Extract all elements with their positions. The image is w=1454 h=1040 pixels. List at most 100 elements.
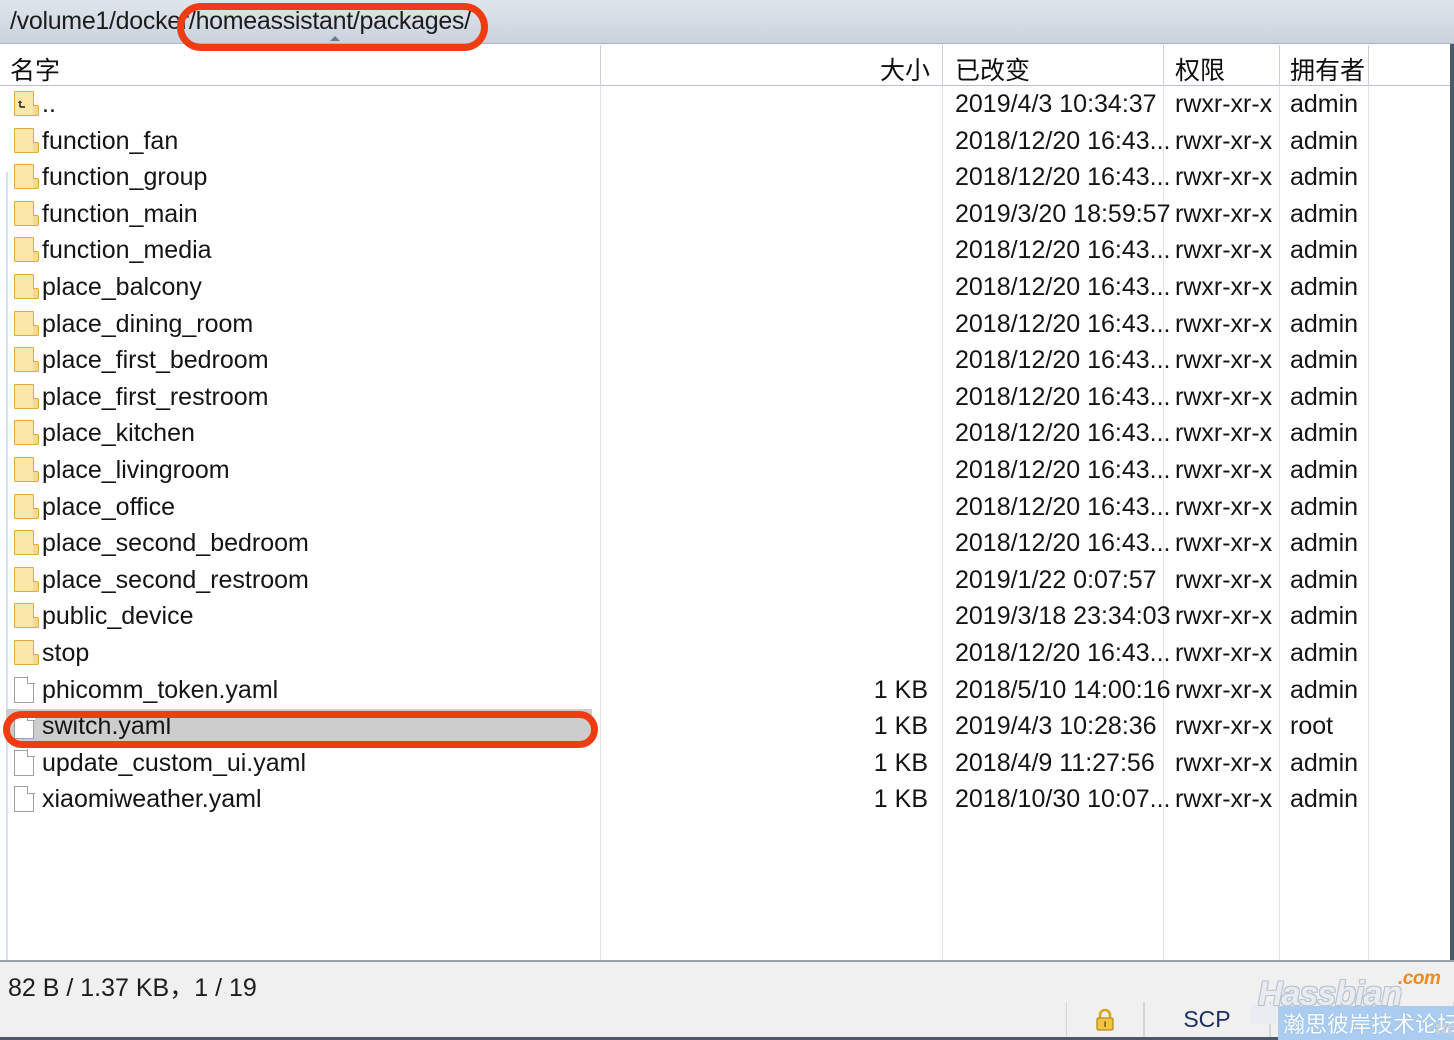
cell-owner: admin	[1290, 456, 1359, 484]
column-separator-owner[interactable]	[1279, 45, 1280, 86]
table-row[interactable]: xiaomiweather.yaml 1 KB 2018/10/30 10:07..…	[0, 781, 1454, 818]
column-header-name[interactable]: 名字	[10, 51, 60, 87]
cell-name: place_first_bedroom	[42, 346, 269, 375]
table-row[interactable]: function_main 2019/3/20 18:59:57 rwxr-xr-x…	[0, 196, 1454, 233]
column-header-perm[interactable]: 权限	[1175, 51, 1225, 87]
cell-permissions: rwxr-xr-x	[1175, 565, 1273, 594]
column-separator-perm[interactable]	[1163, 45, 1164, 86]
table-row[interactable]: stop 2018/12/20 16:43... rwxr-xr-x admin	[0, 635, 1454, 672]
cell-owner: admin	[1290, 236, 1359, 265]
cell-date: 2018/12/20 16:43...	[955, 273, 1171, 301]
cell-name: switch.yaml	[42, 712, 172, 741]
table-row[interactable]: place_livingroom 2018/12/20 16:43... rwxr-…	[0, 452, 1454, 489]
cell-name: place_livingroom	[42, 456, 230, 484]
file-icon	[14, 749, 36, 776]
column-separator-size[interactable]	[600, 45, 601, 86]
lock-icon	[1094, 1008, 1116, 1031]
cell-name: update_custom_ui.yaml	[42, 748, 307, 777]
folder-icon	[14, 603, 39, 629]
cell-owner: admin	[1290, 748, 1359, 777]
table-row[interactable]: .. 2019/4/3 10:34:37 rwxr-xr-x admin	[0, 86, 1454, 123]
cell-date: 2019/1/22 0:07:57	[955, 565, 1157, 594]
cell-date: 2018/12/20 16:43...	[955, 382, 1171, 411]
cell-permissions: rwxr-xr-x	[1175, 199, 1273, 228]
cell-owner: root	[1290, 712, 1334, 741]
cell-permissions: rwxr-xr-x	[1175, 456, 1273, 484]
table-row[interactable]: function_group 2018/12/20 16:43... rwxr-xr…	[0, 159, 1454, 196]
cell-name: place_balcony	[42, 273, 202, 301]
cell-owner: admin	[1290, 199, 1359, 228]
column-header-owner[interactable]: 拥有者	[1290, 51, 1365, 87]
cell-date: 2018/12/20 16:43...	[955, 346, 1171, 375]
extra-segment[interactable]	[1270, 1002, 1454, 1037]
table-row[interactable]: phicomm_token.yaml 1 KB 2018/5/10 14:00:16…	[0, 672, 1454, 709]
cell-permissions: rwxr-xr-x	[1175, 273, 1273, 301]
table-row[interactable]: place_first_restroom 2018/12/20 16:43... r…	[0, 379, 1454, 416]
cell-name: place_second_bedroom	[42, 529, 309, 558]
cell-permissions: rwxr-xr-x	[1175, 748, 1273, 777]
chevron-up-icon[interactable]	[330, 36, 340, 41]
status-summary: 82 B / 1.37 KB，1 / 19	[8, 974, 257, 1002]
table-row[interactable]: place_balcony 2018/12/20 16:43... rwxr-xr-…	[0, 269, 1454, 306]
cell-size: 1 KB	[873, 712, 928, 741]
cell-date: 2019/4/3 10:34:37	[955, 90, 1157, 118]
cell-owner: admin	[1290, 602, 1359, 631]
cell-date: 2019/4/3 10:28:36	[955, 712, 1157, 741]
table-row[interactable]: public_device 2019/3/18 23:34:03 rwxr-xr-x…	[0, 598, 1454, 635]
cell-owner: admin	[1290, 90, 1359, 118]
protocol-segment[interactable]: SCP	[1144, 1002, 1270, 1037]
folder-icon	[14, 200, 39, 227]
folder-icon	[14, 457, 39, 483]
cell-owner: admin	[1290, 126, 1359, 155]
cell-date: 2019/3/20 18:59:57	[955, 199, 1171, 228]
folder-icon	[14, 274, 39, 300]
cell-size: 1 KB	[873, 675, 928, 704]
folder-icon	[14, 420, 39, 446]
cell-owner: admin	[1290, 492, 1359, 521]
table-row[interactable]: place_office 2018/12/20 16:43... rwxr-xr-x…	[0, 489, 1454, 526]
cell-date: 2018/12/20 16:43...	[955, 163, 1171, 192]
path-bar[interactable]: /volume1/docker/homeassistant/packages/	[0, 0, 1454, 44]
lock-segment[interactable]	[1066, 1002, 1144, 1037]
folder-icon	[14, 237, 39, 263]
cell-permissions: rwxr-xr-x	[1175, 639, 1273, 667]
cell-name: ..	[42, 90, 56, 118]
cell-permissions: rwxr-xr-x	[1175, 126, 1273, 155]
cell-date: 2018/12/20 16:43...	[955, 126, 1171, 155]
cell-permissions: rwxr-xr-x	[1175, 785, 1273, 814]
cell-permissions: rwxr-xr-x	[1175, 675, 1273, 704]
column-separator-date[interactable]	[942, 45, 943, 86]
folder-icon	[14, 164, 39, 190]
table-row[interactable]: function_media 2018/12/20 16:43... rwxr-xr…	[0, 232, 1454, 269]
folder-icon	[14, 347, 39, 373]
folder-icon	[14, 493, 39, 520]
file-list[interactable]: .. 2019/4/3 10:34:37 rwxr-xr-x admin functio…	[0, 86, 1454, 960]
column-separator-pad[interactable]	[1368, 45, 1369, 86]
cell-date: 2018/12/20 16:43...	[955, 419, 1171, 448]
bottom-toolbar: SCP	[0, 1002, 1454, 1040]
cell-date: 2018/12/20 16:43...	[955, 492, 1171, 521]
file-icon	[14, 785, 36, 813]
table-row[interactable]: place_first_bedroom 2018/12/20 16:43... rw…	[0, 342, 1454, 379]
table-row[interactable]: place_kitchen 2018/12/20 16:43... rwxr-xr-…	[0, 415, 1454, 452]
folder-icon	[14, 383, 39, 410]
cell-date: 2018/12/20 16:43...	[955, 639, 1171, 667]
file-manager-window: /volume1/docker/homeassistant/packages/ …	[0, 0, 1454, 1040]
cell-permissions: rwxr-xr-x	[1175, 163, 1273, 192]
column-header-row: 名字 大小 已改变 权限 拥有者	[0, 44, 1454, 86]
cell-name: place_first_restroom	[42, 382, 269, 411]
table-row[interactable]: place_second_restroom 2019/1/22 0:07:57 rw…	[0, 562, 1454, 599]
cell-owner: admin	[1290, 309, 1359, 338]
table-row[interactable]: switch.yaml 1 KB 2019/4/3 10:28:36 rwxr-xr-…	[0, 708, 1454, 745]
column-header-size[interactable]: 大小	[880, 51, 930, 87]
cell-name: phicomm_token.yaml	[42, 675, 279, 704]
folder-icon	[14, 566, 39, 593]
cell-date: 2019/3/18 23:34:03	[955, 602, 1171, 631]
table-row[interactable]: place_second_bedroom 2018/12/20 16:43... r…	[0, 525, 1454, 562]
table-row[interactable]: update_custom_ui.yaml 1 KB 2018/4/9 11:27:…	[0, 745, 1454, 782]
cell-owner: admin	[1290, 639, 1359, 667]
column-header-date[interactable]: 已改变	[955, 51, 1030, 87]
table-row[interactable]: place_dining_room 2018/12/20 16:43... rwxr…	[0, 306, 1454, 343]
table-row[interactable]: function_fan 2018/12/20 16:43... rwxr-xr-x…	[0, 123, 1454, 160]
path-text[interactable]: /volume1/docker/homeassistant/packages/	[10, 7, 471, 36]
